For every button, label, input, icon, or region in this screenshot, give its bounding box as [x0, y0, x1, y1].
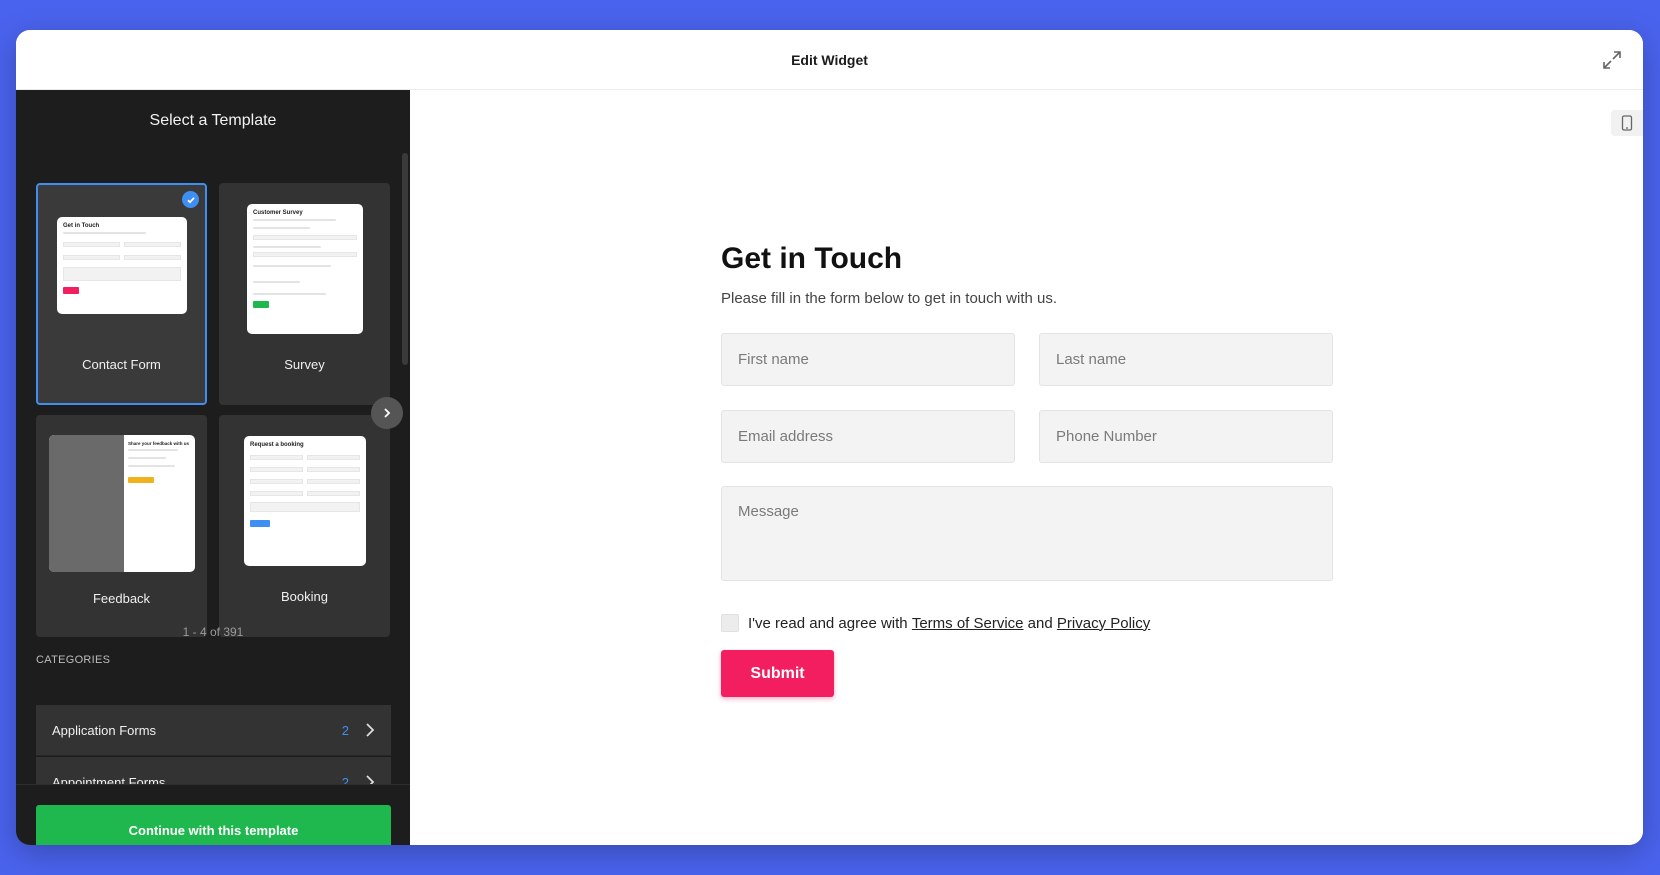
consent-row: I've read and agree with Terms of Servic… [721, 614, 1333, 632]
next-templates-button[interactable] [371, 397, 403, 429]
phone-input[interactable] [1039, 410, 1333, 463]
category-item-application-forms[interactable]: Application Forms 2 [36, 705, 391, 756]
thumbnail-title: Share your feedback with us [128, 441, 190, 446]
selected-badge [182, 191, 199, 208]
expand-icon [1603, 51, 1621, 69]
categories-heading: CATEGORIES [36, 654, 111, 666]
template-card-feedback[interactable]: Share your feedback with us Feedback [36, 415, 207, 637]
template-sidebar: Select a Template Get in Touch Contact F… [16, 90, 410, 845]
template-card-survey[interactable]: Customer Survey Survey [219, 183, 390, 405]
check-icon [186, 196, 195, 204]
consent-and-text: and [1023, 614, 1057, 632]
template-thumbnail: Share your feedback with us [49, 435, 195, 572]
expand-button[interactable] [1599, 47, 1625, 73]
consent-text: I've read and agree with [748, 614, 912, 632]
template-label: Booking [281, 589, 328, 604]
chevron-right-icon [384, 408, 391, 418]
modal-header: Edit Widget [16, 30, 1643, 90]
template-thumbnail: Customer Survey [247, 204, 363, 334]
template-thumbnail: Get in Touch [57, 217, 187, 314]
thumbnail-title: Request a booking [250, 442, 304, 448]
last-name-input[interactable] [1039, 333, 1333, 386]
category-name: Application Forms [52, 722, 157, 738]
consent-checkbox[interactable] [721, 614, 739, 632]
thumbnail-title: Customer Survey [253, 210, 303, 216]
contact-form: Get in Touch Please fill in the form bel… [721, 242, 1333, 697]
thumbnail-title: Get in Touch [63, 223, 100, 229]
form-subheading: Please fill in the form below to get in … [721, 290, 1058, 307]
template-label: Survey [284, 357, 325, 372]
form-heading: Get in Touch [721, 242, 903, 275]
email-input[interactable] [721, 410, 1015, 463]
template-card-contact-form[interactable]: Get in Touch Contact Form [36, 183, 207, 405]
chevron-right-icon [366, 723, 375, 737]
pagination-info: 1 - 4 of 391 [182, 625, 244, 639]
mobile-device-icon [1621, 115, 1633, 131]
edit-widget-modal: Edit Widget Select a Template Get in Tou… [16, 30, 1643, 845]
continue-template-button[interactable]: Continue with this template [36, 805, 391, 845]
category-count: 2 [341, 722, 349, 738]
sidebar-scrollbar[interactable] [402, 153, 408, 365]
sidebar-title: Select a Template [149, 112, 277, 129]
first-name-input[interactable] [721, 333, 1015, 386]
template-thumbnail: Request a booking [244, 436, 366, 566]
form-preview: Get in Touch Please fill in the form bel… [410, 90, 1643, 845]
submit-button[interactable]: Submit [721, 650, 834, 697]
mobile-preview-button[interactable] [1611, 110, 1643, 136]
privacy-policy-link[interactable]: Privacy Policy [1057, 615, 1150, 632]
sidebar-footer: Continue with this template [16, 784, 410, 845]
template-card-booking[interactable]: Request a booking Booking [219, 415, 390, 637]
terms-of-service-link[interactable]: Terms of Service [912, 615, 1024, 632]
template-label: Contact Form [82, 357, 161, 372]
template-label: Feedback [92, 591, 151, 606]
modal-title: Edit Widget [791, 51, 868, 68]
message-textarea[interactable] [721, 486, 1333, 581]
